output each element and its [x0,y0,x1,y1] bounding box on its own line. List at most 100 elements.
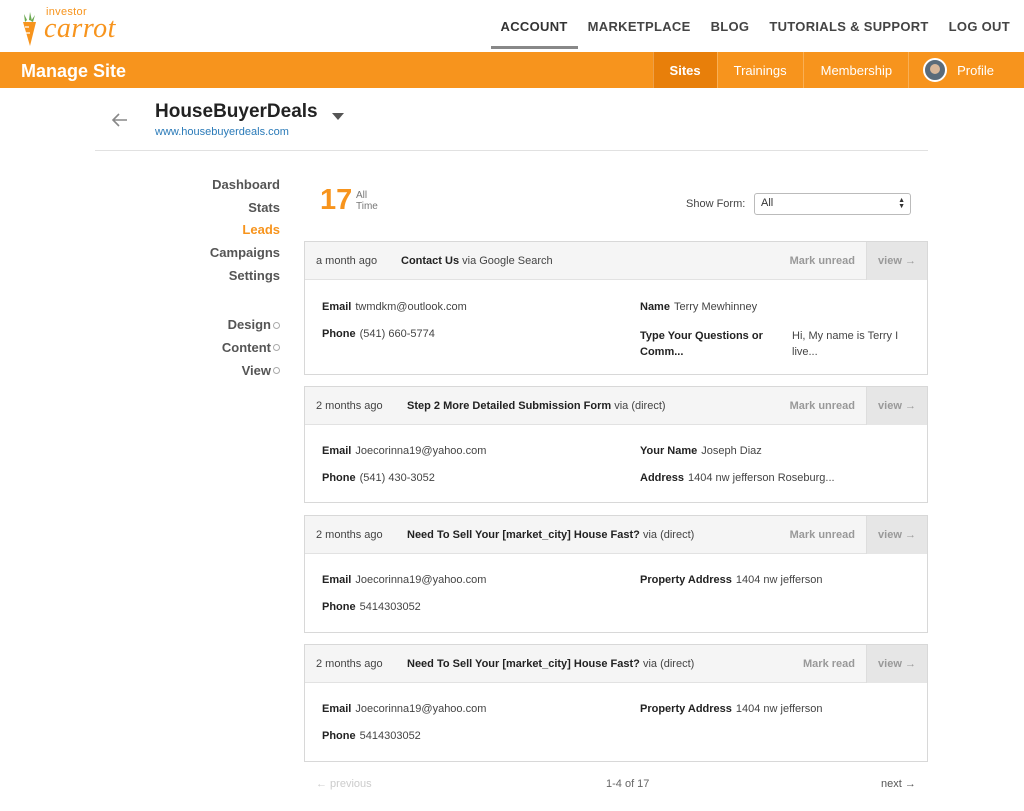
menu-view[interactable]: View [170,360,280,383]
field-value: 1404 nw jefferson [735,703,823,715]
lead-card: 2 months ago Need To Sell Your [market_c… [304,644,928,762]
pagination-info: 1-4 of 17 [606,778,650,790]
field-value: Joecorinna19@yahoo.com [355,445,487,457]
menu-content[interactable]: Content [170,337,280,360]
nav-blog[interactable]: BLOG [711,9,750,44]
lead-field: Phone (541) 660-5774 [322,328,435,340]
lead-form-source: Need To Sell Your [market_city] House Fa… [407,658,694,670]
field-value: (541) 430-3052 [359,472,435,484]
subnav-trainings[interactable]: Trainings [716,52,803,88]
lead-form-name: Step 2 More Detailed Submission Form [407,400,612,412]
investor-carrot-logo[interactable]: investor carrot [16,4,136,46]
mark-unread-button[interactable]: Mark unread [790,529,855,541]
show-form-label: Show Form: [686,198,746,210]
subnav-profile[interactable]: Profile [908,52,1024,88]
nav-tutorials-support[interactable]: TUTORIALS & SUPPORT [769,9,928,44]
count-label-line-2: Time [356,201,378,212]
lead-field: Email Joecorinna19@yahoo.com [322,445,486,457]
mark-unread-button[interactable]: Mark unread [790,255,855,267]
lead-via: via (direct) [642,658,695,670]
site-dropdown-caret-icon[interactable] [332,113,344,120]
leads-count: 17 [320,184,353,216]
field-label: Name [640,301,670,313]
menu-leads[interactable]: Leads [170,219,280,242]
field-value: Hi, My name is Terry I live... [792,330,899,358]
field-label: Phone [322,601,356,613]
field-label: Phone [322,730,356,742]
view-lead-button[interactable]: view → [866,645,927,683]
lead-field: Type Your Questions or Comm... [640,328,770,360]
view-lead-button[interactable]: view → [866,387,927,425]
menu-dashboard[interactable]: Dashboard [170,174,280,197]
lead-card-header: 2 months ago Need To Sell Your [market_c… [305,516,927,554]
lead-card-header: 2 months ago Need To Sell Your [market_c… [305,645,927,683]
field-value: Joseph Diaz [701,445,762,457]
menu-design[interactable]: Design [170,314,280,337]
field-value: (541) 660-5774 [359,328,435,340]
lead-form-source: Contact Us via Google Search [401,255,553,267]
top-navigation: ACCOUNT MARKETPLACE BLOG TUTORIALS & SUP… [481,0,1010,52]
lead-field: Your Name Joseph Diaz [640,445,762,457]
field-label: Property Address [640,703,732,715]
next-page-link[interactable]: next → [881,778,916,790]
mark-unread-button[interactable]: Mark unread [790,400,855,412]
profile-label: Profile [957,62,994,78]
left-menu: Dashboard Stats Leads Campaigns Settings… [170,174,280,383]
menu-design-label: Design [227,317,271,333]
nav-account[interactable]: ACCOUNT [490,9,578,49]
logo-text-big: carrot [44,13,116,44]
menu-content-label: Content [221,340,271,356]
lead-via: via (direct) [614,400,666,412]
lead-field: Name Terry Mewhinney [640,301,757,313]
menu-view-label: View [241,362,271,378]
field-value: 1404 nw jefferson Roseburg... [688,472,835,484]
field-label: Phone [322,328,356,340]
lead-via: via Google Search [462,255,553,267]
lead-time: 2 months ago [316,400,383,412]
page-title: Manage Site [21,61,127,81]
lead-card: 2 months ago Step 2 More Detailed Submis… [304,386,928,503]
menu-settings[interactable]: Settings [170,265,280,288]
lead-via: via (direct) [642,529,695,541]
avatar [923,58,948,82]
show-form-value: All [761,197,774,209]
view-lead-button[interactable]: view → [866,516,927,554]
expand-icon [273,344,280,352]
field-value: 5414303052 [359,601,421,613]
field-label: Email [322,574,352,586]
mark-read-button[interactable]: Mark read [803,658,855,670]
field-label: Property Address [640,574,732,586]
subnav-membership[interactable]: Membership [802,52,909,88]
field-value: twmdkm@outlook.com [355,301,467,313]
lead-field: Phone (541) 430-3052 [322,472,435,484]
previous-page-link[interactable]: ← previous [316,778,372,790]
field-label: Email [322,301,352,313]
sub-navigation: Sites Trainings Membership Profile [652,52,1024,88]
lead-time: 2 months ago [316,529,383,541]
lead-form-source: Step 2 More Detailed Submission Form via… [407,400,666,412]
expand-icon [273,321,280,329]
top-bar: investor carrot ACCOUNT MARKETPLACE BLOG… [0,0,1024,52]
lead-card: a month ago Contact Us via Google Search… [304,241,928,375]
header-divider [95,150,928,151]
lead-card-header: 2 months ago Step 2 More Detailed Submis… [305,387,927,425]
site-url-link[interactable]: www.housebuyerdeals.com [155,126,289,138]
manage-site-bar: Manage Site Sites Trainings Membership P… [0,52,1024,88]
nav-marketplace[interactable]: MARKETPLACE [588,9,691,44]
subnav-sites[interactable]: Sites [652,52,717,88]
show-form-select[interactable]: All ▲ ▼ [754,193,911,215]
menu-campaigns[interactable]: Campaigns [170,242,280,265]
menu-stats[interactable]: Stats [170,197,280,220]
site-name: HouseBuyerDeals [155,101,318,122]
carrot-icon [23,12,36,46]
field-label: Address [640,472,685,484]
view-lead-button[interactable]: view → [866,242,927,280]
field-value: Joecorinna19@yahoo.com [355,703,487,715]
lead-field: Phone 5414303052 [322,730,421,742]
field-value: Terry Mewhinney [673,301,758,313]
lead-field: Email Joecorinna19@yahoo.com [322,703,486,715]
back-arrow-icon[interactable] [110,110,130,130]
field-label: Your Name [640,445,698,457]
field-label: Email [322,703,352,715]
nav-log-out[interactable]: LOG OUT [949,9,1010,44]
